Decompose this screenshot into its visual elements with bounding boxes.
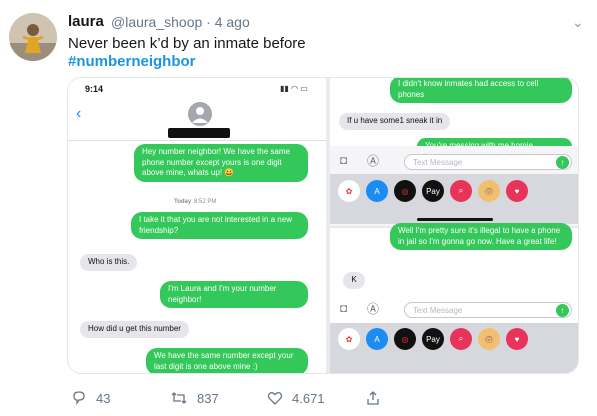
heart-outline-icon bbox=[267, 392, 283, 405]
like-count: 4.671 bbox=[292, 390, 325, 406]
tweet-text: Never been k’d by an inmate before bbox=[68, 35, 306, 52]
message-bubble: Hey number neighbor! We have the same ph… bbox=[134, 144, 308, 182]
monkey-icon[interactable]: 🐵 bbox=[478, 328, 500, 350]
author-name[interactable]: laura bbox=[68, 13, 104, 30]
appstore-app-icon[interactable]: A bbox=[366, 328, 388, 350]
heart-icon[interactable]: ♥ bbox=[506, 180, 528, 202]
retweet-icon bbox=[171, 392, 187, 404]
search-icon[interactable]: ⌕ bbox=[450, 328, 472, 350]
photos-icon[interactable]: ✿ bbox=[338, 180, 360, 202]
bottom-right-screenshot: Well I'm pretty sure it's illegal to hav… bbox=[330, 223, 578, 373]
like-button[interactable]: 4.671 bbox=[267, 390, 325, 406]
app-row: ✿ A ◎ Pay ⌕ 🐵 ♥ bbox=[338, 180, 528, 202]
monkey-icon[interactable]: 🐵 bbox=[478, 180, 500, 202]
status-time: 9:14 bbox=[85, 84, 104, 94]
photos-icon[interactable]: ✿ bbox=[338, 328, 360, 350]
appstore-app-icon[interactable]: A bbox=[366, 180, 388, 202]
camera-icon[interactable]: ◘ bbox=[340, 301, 347, 315]
left-screenshot: 9:14 ▮▮ ◠ ▭ ‹ Hey number neighbor! We ha… bbox=[68, 78, 326, 373]
camera-icon[interactable]: ◘ bbox=[340, 153, 347, 167]
divider bbox=[68, 140, 326, 141]
activity-icon[interactable]: ◎ bbox=[394, 180, 416, 202]
home-indicator bbox=[417, 218, 493, 221]
message-bubble: I'm Laura and I'm your number neighbor! bbox=[160, 281, 308, 308]
timestamp-day: Today bbox=[174, 199, 192, 205]
reply-button[interactable]: 43 bbox=[71, 390, 110, 406]
reply-count: 43 bbox=[96, 390, 111, 406]
right-screenshots: I didn't know inmates had access to cell… bbox=[330, 78, 578, 373]
retweet-count: 837 bbox=[197, 390, 219, 406]
hashtag-link[interactable]: #numberneighbor bbox=[68, 53, 196, 70]
timestamp-time: 8:52 PM bbox=[194, 199, 217, 205]
activity-icon[interactable]: ◎ bbox=[394, 328, 416, 350]
contact-avatar-icon bbox=[188, 102, 212, 126]
text-message-input[interactable]: Text Message bbox=[404, 302, 572, 318]
text-message-input[interactable]: Text Message bbox=[404, 154, 572, 170]
share-icon bbox=[367, 391, 379, 405]
appstore-icon[interactable]: Ⓐ bbox=[367, 300, 379, 317]
tweet-media[interactable]: 9:14 ▮▮ ◠ ▭ ‹ Hey number neighbor! We ha… bbox=[67, 77, 579, 374]
appstore-icon[interactable]: Ⓐ bbox=[367, 152, 379, 169]
applepay-icon[interactable]: Pay bbox=[422, 180, 444, 202]
message-bubble: I didn't know inmates had access to cell… bbox=[390, 78, 572, 103]
retweet-button[interactable]: 837 bbox=[170, 390, 219, 406]
back-icon[interactable]: ‹ bbox=[76, 105, 81, 123]
message-bubble: If u have some1 sneak it in bbox=[339, 113, 451, 130]
share-button[interactable] bbox=[365, 390, 381, 406]
author-handle[interactable]: @laura_shoop · 4 ago bbox=[111, 14, 250, 30]
avatar[interactable] bbox=[9, 13, 57, 61]
send-button[interactable]: ↑ bbox=[556, 304, 569, 317]
message-bubble: K bbox=[343, 272, 365, 289]
top-right-screenshot: I didn't know inmates had access to cell… bbox=[330, 78, 578, 226]
message-bubble: How did u get this number bbox=[80, 321, 189, 338]
message-bubble: Well I'm pretty sure it's illegal to hav… bbox=[390, 223, 572, 250]
message-bubble: We have the same number except your last… bbox=[146, 348, 308, 373]
message-bubble: Who is this. bbox=[80, 254, 138, 271]
app-row: ✿ A ◎ Pay ⌕ 🐵 ♥ bbox=[338, 328, 528, 350]
applepay-icon[interactable]: Pay bbox=[422, 328, 444, 350]
redacted-contact-name bbox=[168, 128, 230, 138]
message-bubble: I take it that you are not interested in… bbox=[131, 212, 308, 239]
search-icon[interactable]: ⌕ bbox=[450, 180, 472, 202]
reply-icon bbox=[73, 391, 85, 406]
send-button[interactable]: ↑ bbox=[556, 156, 569, 169]
heart-icon[interactable]: ♥ bbox=[506, 328, 528, 350]
status-icons: ▮▮ ◠ ▭ bbox=[280, 84, 308, 93]
chevron-down-icon[interactable]: ⌄ bbox=[572, 14, 584, 31]
